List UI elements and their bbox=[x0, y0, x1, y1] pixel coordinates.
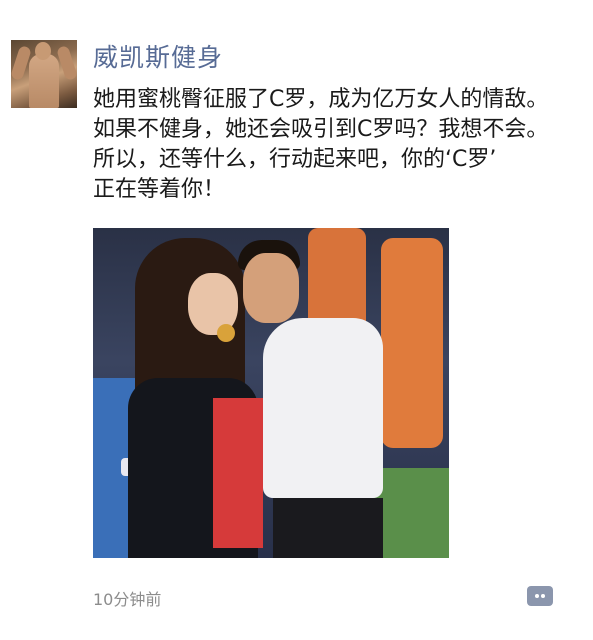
post-photo[interactable] bbox=[93, 228, 449, 558]
post-time: 10分钟前 bbox=[93, 590, 162, 609]
post-text-line: 她用蜜桃臀征服了C罗，成为亿万女人的情敌。 bbox=[93, 87, 549, 112]
post-text-line: 所以，还等什么，行动起来吧，你的‘C罗’ bbox=[93, 147, 497, 172]
post-text: 她用蜜桃臀征服了C罗，成为亿万女人的情敌。 如果不健身，她还会吸引到C罗吗？我想… bbox=[93, 85, 588, 205]
comment-icon[interactable] bbox=[527, 586, 553, 606]
avatar[interactable] bbox=[11, 40, 77, 108]
post-username[interactable]: 威凯斯健身 bbox=[93, 38, 223, 74]
post-text-line: 如果不健身，她还会吸引到C罗吗？我想不会。 bbox=[93, 117, 549, 142]
post-text-line: 正在等着你！ bbox=[93, 177, 226, 202]
